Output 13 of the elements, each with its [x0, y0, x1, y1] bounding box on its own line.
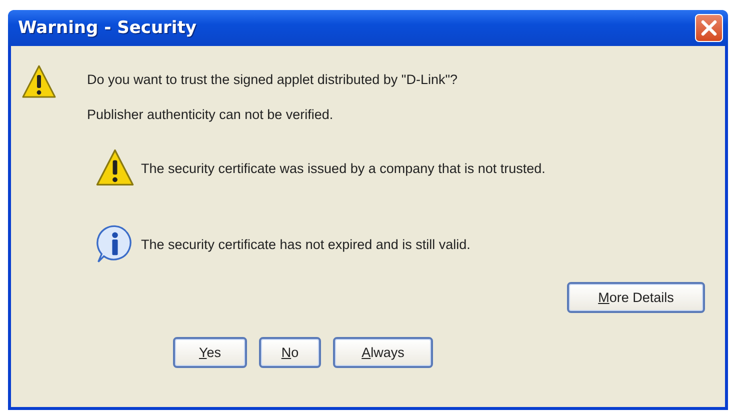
- warning-icon: [21, 64, 57, 100]
- window-title: Warning - Security: [18, 18, 196, 38]
- detail-text: The security certificate was issued by a company that is not trusted.: [141, 160, 546, 176]
- close-button[interactable]: [695, 14, 723, 42]
- more-details-button[interactable]: More Details: [567, 282, 705, 313]
- publisher-note: Publisher authenticity can not be verified.: [87, 107, 334, 122]
- dialog-button[interactable]: Yes: [173, 337, 247, 368]
- question-text: Do you want to trust the signed applet distributed by "D-Link"?: [87, 72, 458, 87]
- close-icon: [700, 19, 718, 37]
- warning-icon: [95, 148, 135, 188]
- dialog-button[interactable]: Always: [333, 337, 433, 368]
- detail-text: The security certificate has not expired and is still valid.: [141, 236, 470, 252]
- dialog-button[interactable]: No: [259, 337, 321, 368]
